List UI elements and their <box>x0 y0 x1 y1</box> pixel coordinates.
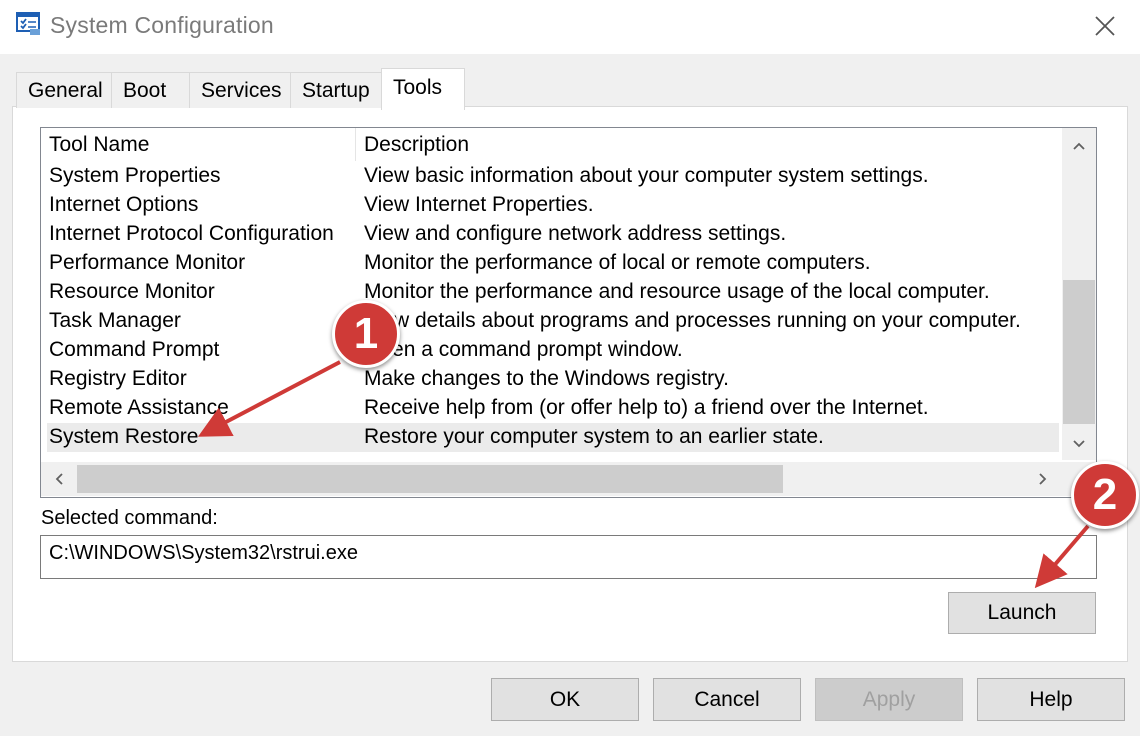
tool-description: Restore your computer system to an earli… <box>364 425 824 448</box>
list-row-selected[interactable]: System Restore Restore your computer sys… <box>47 423 1059 452</box>
tool-name: System Properties <box>49 164 221 187</box>
title-bar: System Configuration <box>0 0 1140 54</box>
tool-description: Monitor the performance and resource usa… <box>364 280 990 303</box>
tab-tools[interactable]: Tools <box>381 68 465 110</box>
horizontal-scroll-thumb[interactable] <box>77 465 783 493</box>
launch-button[interactable]: Launch <box>948 592 1096 634</box>
close-button[interactable] <box>1086 8 1124 44</box>
list-row[interactable]: Remote Assistance Receive help from (or … <box>41 394 1061 423</box>
tool-name: Internet Options <box>49 193 199 216</box>
tool-description: View details about programs and processe… <box>364 309 1021 332</box>
tool-name: Resource Monitor <box>49 280 215 303</box>
close-icon <box>1095 16 1115 36</box>
chevron-right-icon <box>1039 473 1047 485</box>
scroll-left-button[interactable] <box>43 466 75 492</box>
step-1-badge: 1 <box>332 300 400 368</box>
step-2-badge: 2 <box>1071 461 1139 529</box>
selected-command-field[interactable]: C:\WINDOWS\System32\rstrui.exe <box>40 535 1097 579</box>
list-row[interactable]: Performance Monitor Monitor the performa… <box>41 249 1061 278</box>
help-button[interactable]: Help <box>977 678 1125 721</box>
tool-description: Open a command prompt window. <box>364 338 683 361</box>
scroll-down-button[interactable] <box>1063 431 1095 457</box>
window-title: System Configuration <box>50 12 274 38</box>
list-row[interactable]: Resource Monitor Monitor the performance… <box>41 278 1061 307</box>
tab-general[interactable]: General <box>16 72 112 108</box>
apply-button[interactable]: Apply <box>815 678 963 721</box>
tab-services[interactable]: Services <box>189 72 291 108</box>
ok-button[interactable]: OK <box>491 678 639 721</box>
tool-name: Registry Editor <box>49 367 187 390</box>
cancel-button[interactable]: Cancel <box>653 678 801 721</box>
list-row[interactable]: Registry Editor Make changes to the Wind… <box>41 365 1061 394</box>
tool-description: Make changes to the Windows registry. <box>364 367 729 390</box>
tool-name: Internet Protocol Configuration <box>49 222 334 245</box>
column-header-description[interactable]: Description <box>364 133 469 157</box>
tools-list[interactable]: Tool Name Description System Properties … <box>40 127 1097 498</box>
horizontal-scrollbar[interactable] <box>41 462 1062 496</box>
list-row[interactable]: Internet Options View Internet Propertie… <box>41 191 1061 220</box>
tool-name: Command Prompt <box>49 338 220 361</box>
list-row[interactable]: Internet Protocol Configuration View and… <box>41 220 1061 249</box>
vertical-scroll-thumb[interactable] <box>1063 280 1095 424</box>
tool-name: Performance Monitor <box>49 251 246 274</box>
tool-description: View Internet Properties. <box>364 193 594 216</box>
tab-boot[interactable]: Boot <box>111 72 190 108</box>
msconfig-icon <box>16 10 42 36</box>
column-divider[interactable] <box>355 128 356 161</box>
list-header: Tool Name Description <box>41 128 1061 162</box>
tool-name: System Restore <box>49 425 199 448</box>
tab-startup[interactable]: Startup <box>290 72 382 108</box>
list-row[interactable]: Command Prompt Open a command prompt win… <box>41 336 1061 365</box>
list-row[interactable]: System Properties View basic information… <box>41 162 1061 191</box>
selected-command-label: Selected command: <box>41 507 218 529</box>
scroll-up-button[interactable] <box>1063 133 1095 159</box>
scroll-right-button[interactable] <box>1027 466 1059 492</box>
tool-name: Remote Assistance <box>49 396 229 419</box>
chevron-up-icon <box>1073 142 1085 150</box>
tool-description: Monitor the performance of local or remo… <box>364 251 871 274</box>
tool-name: Task Manager <box>49 309 181 332</box>
tool-description: View and configure network address setti… <box>364 222 787 245</box>
chevron-down-icon <box>1073 440 1085 448</box>
column-header-tool-name[interactable]: Tool Name <box>49 133 149 157</box>
vertical-scrollbar[interactable] <box>1062 128 1096 460</box>
tool-description: View basic information about your comput… <box>364 164 929 187</box>
chevron-left-icon <box>55 473 63 485</box>
tool-description: Receive help from (or offer help to) a f… <box>364 396 929 419</box>
list-row[interactable]: Task Manager View details about programs… <box>41 307 1061 336</box>
